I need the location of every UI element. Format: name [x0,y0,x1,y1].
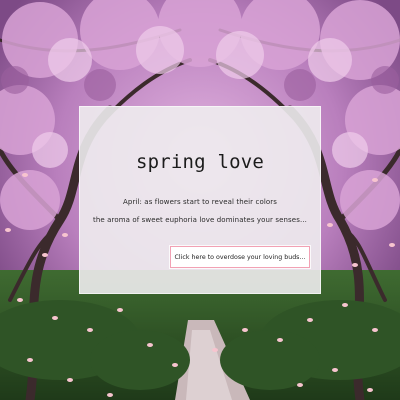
card-title: spring love [135,151,265,173]
card-text-line-2: the aroma of sweet euphoria love dominat… [93,216,307,224]
message-card: spring love April: as flowers start to r… [79,106,321,294]
overdose-button[interactable]: Click here to overdose your loving buds.… [170,246,310,268]
card-text-line-1: April: as flowers start to reveal their … [123,198,277,206]
